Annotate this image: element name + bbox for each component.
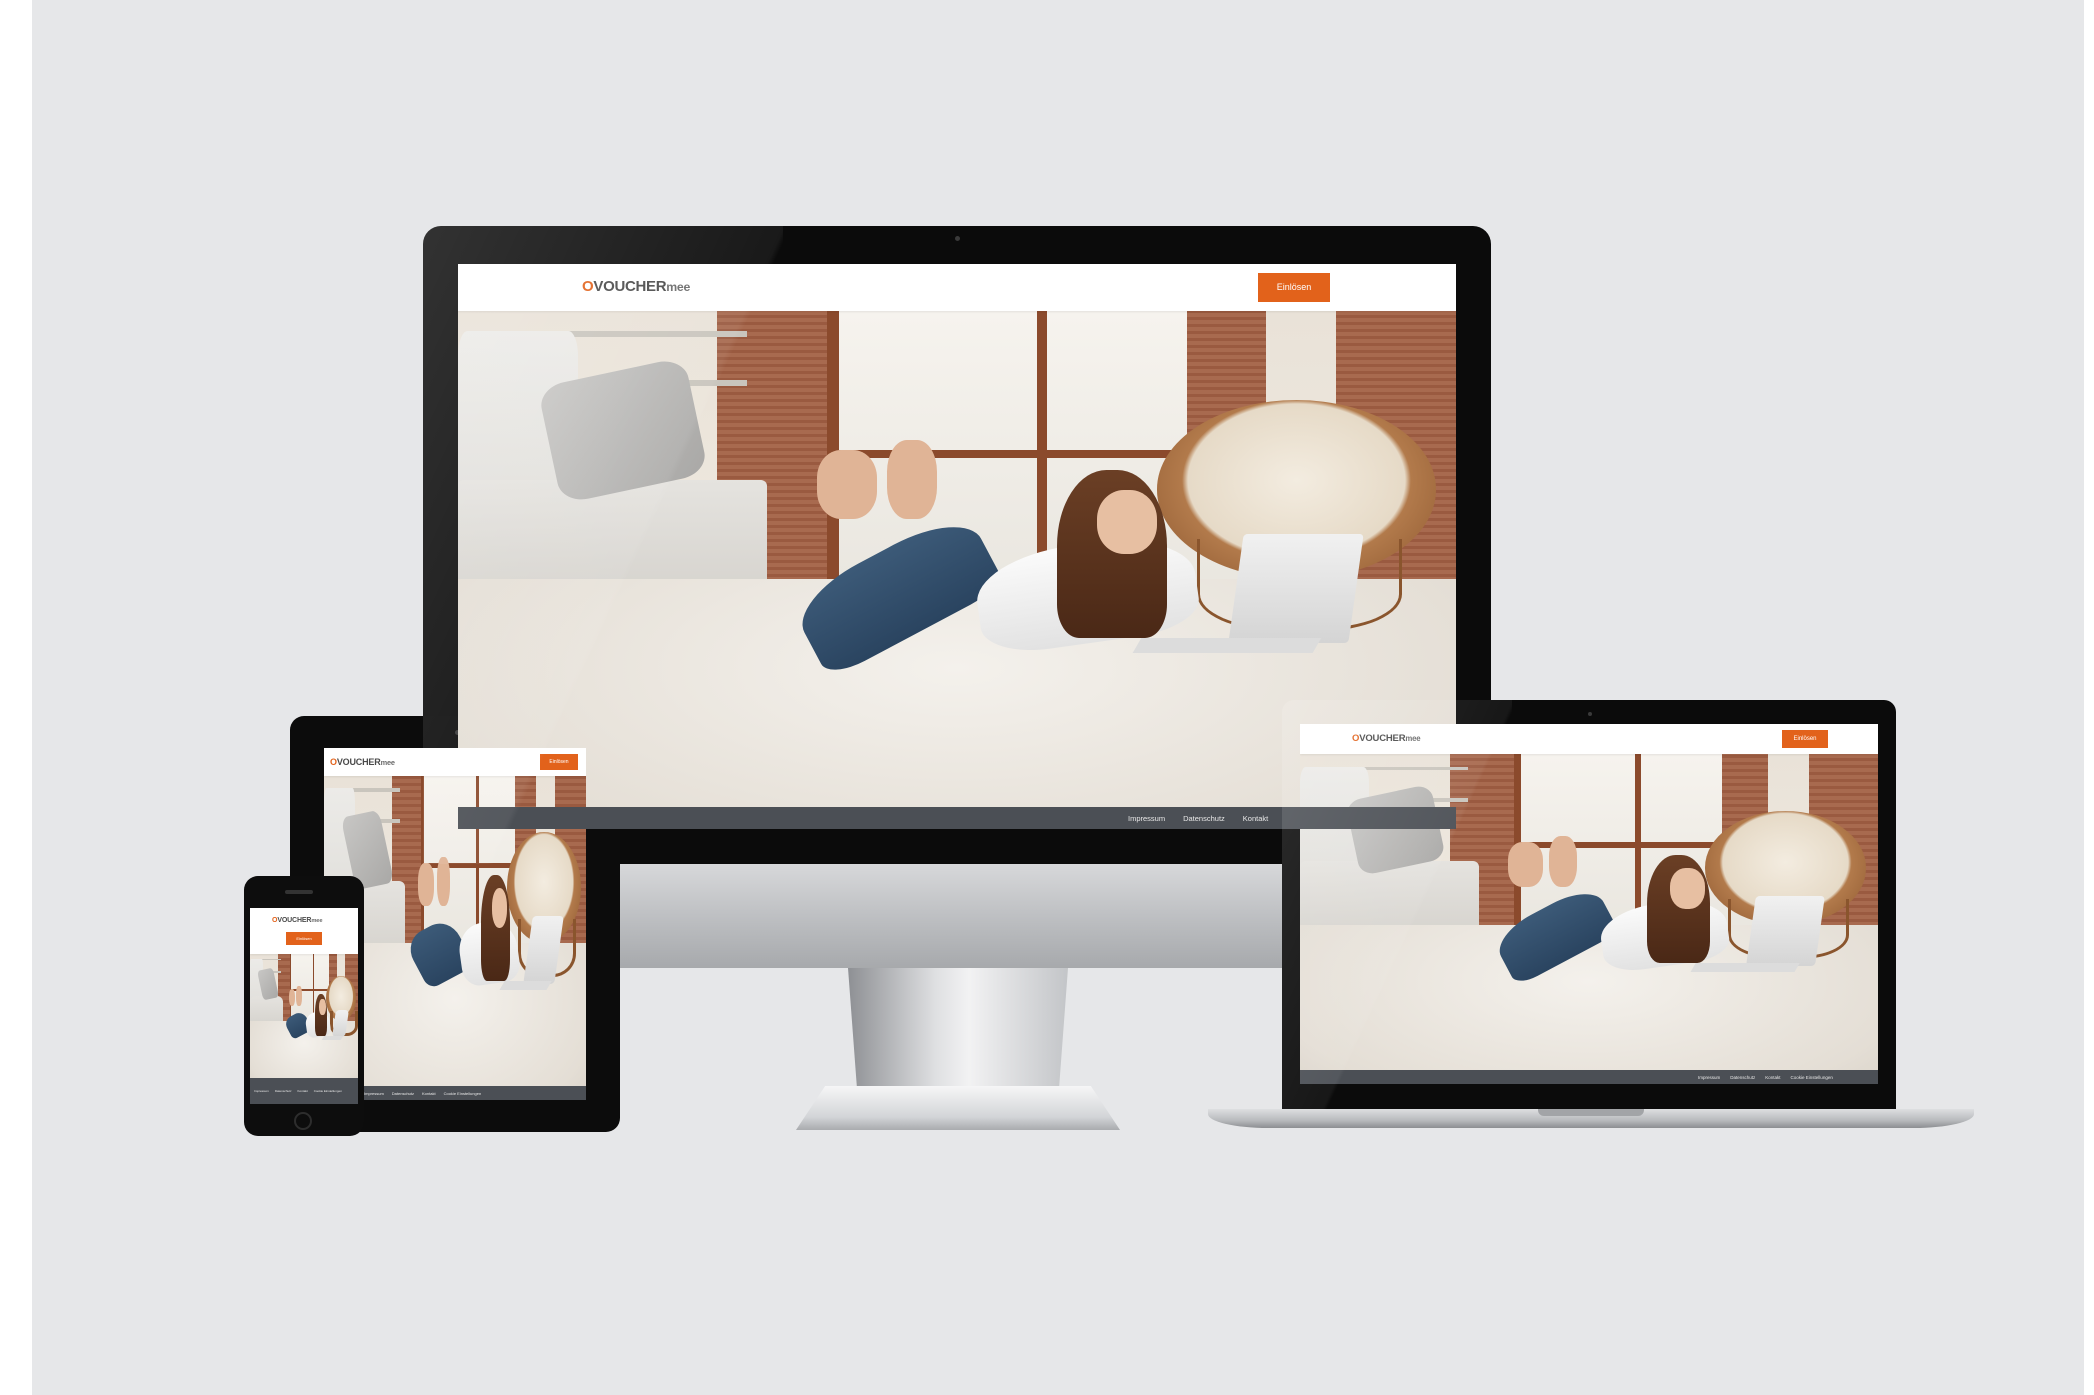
shelf — [347, 788, 400, 793]
site-footer: Impressum Datenschutz Kontakt Cookie Ein… — [1300, 1070, 1878, 1084]
person-face — [319, 998, 326, 1015]
site-logo[interactable]: OVOUCHERmee — [1352, 733, 1421, 744]
person-feet — [436, 856, 450, 907]
hero-photo — [250, 954, 358, 1078]
imac-stand-base — [796, 1086, 1120, 1130]
imac-stand-neck — [848, 968, 1068, 1086]
shelf — [1352, 766, 1468, 771]
laptop-keyboard — [322, 1035, 344, 1040]
person-feet — [1548, 836, 1578, 887]
laptop-icon — [1745, 896, 1826, 966]
person-feet — [1508, 842, 1543, 887]
laptop-keyboard — [499, 980, 552, 990]
footer-link-contact[interactable]: Kontakt — [422, 1091, 436, 1096]
shelf — [259, 958, 282, 961]
person-face — [491, 887, 508, 928]
hero-image — [250, 954, 358, 1078]
logo-main: VOUCHER — [336, 757, 381, 767]
site-footer: Impressum Datenschutz Kontakt — [458, 807, 1456, 829]
logo-suffix: mee — [1405, 734, 1421, 743]
person-feet — [418, 862, 435, 907]
footer-link-cookies[interactable]: Cookie Einstellungen — [444, 1091, 482, 1096]
person-feet — [817, 449, 878, 520]
laptop-icon — [1228, 534, 1364, 644]
footer-link-contact[interactable]: Kontakt — [1765, 1075, 1780, 1080]
redeem-button-label: Einlösen — [1276, 282, 1312, 292]
site-logo[interactable]: OVOUCHERmee — [272, 917, 323, 924]
phone-website: OVOUCHERmee Einlösen Impressum Datenschu… — [250, 908, 358, 1104]
site-logo[interactable]: OVOUCHERmee — [582, 278, 690, 295]
redeem-button-label: Einlösen — [549, 759, 569, 765]
person-feet — [288, 988, 296, 1007]
site-header: OVOUCHERmee Einlösen — [458, 264, 1456, 311]
redeem-button-label: Einlösen — [296, 936, 312, 941]
laptop-keyboard — [1690, 962, 1800, 973]
camera-icon — [1588, 712, 1592, 716]
footer-link-contact[interactable]: Kontakt — [298, 1089, 308, 1093]
hero-image — [1300, 754, 1878, 1070]
redeem-button[interactable]: Einlösen — [540, 754, 578, 770]
footer-links: Impressum Datenschutz Kontakt — [1128, 807, 1268, 829]
redeem-button[interactable]: Einlösen — [286, 932, 322, 945]
footer-link-cookies[interactable]: Cookie Einstellungen — [1791, 1075, 1833, 1080]
person-face — [1096, 489, 1157, 555]
footer-link-imprint[interactable]: Impressum — [1128, 814, 1165, 823]
person-feet — [887, 439, 938, 520]
site-header: OVOUCHERmee Einlösen — [324, 748, 586, 776]
person-feet — [296, 986, 302, 1007]
redeem-button[interactable]: Einlösen — [1258, 273, 1330, 302]
footer-link-privacy[interactable]: Datenschutz — [392, 1091, 414, 1096]
footer-link-privacy[interactable]: Datenschutz — [1183, 814, 1225, 823]
footer-link-contact[interactable]: Kontakt — [1243, 814, 1268, 823]
footer-links: Impressum Datenschutz Kontakt Cookie Ein… — [1698, 1070, 1833, 1084]
laptop-keyboard — [1132, 638, 1321, 654]
logo-o: O — [582, 278, 594, 295]
footer-link-privacy[interactable]: Datenschutz — [1730, 1075, 1755, 1080]
footer-link-imprint[interactable]: Impressum — [254, 1089, 269, 1093]
logo-suffix: mee — [666, 280, 691, 294]
footer-link-imprint[interactable]: Impressum — [1698, 1075, 1720, 1080]
logo-suffix: mee — [311, 918, 323, 924]
footer-links: Impressum Datenschutz Kontakt Cookie Ein… — [254, 1078, 354, 1104]
site-logo[interactable]: OVOUCHERmee — [330, 757, 395, 767]
logo-main: VOUCHER — [1359, 733, 1406, 744]
footer-link-cookies[interactable]: Cookie Einstellungen — [314, 1089, 342, 1093]
logo-main: VOUCHER — [277, 917, 312, 924]
shelf — [547, 330, 748, 337]
site-header: OVOUCHERmee Einlösen — [1300, 724, 1878, 754]
camera-icon — [955, 236, 960, 241]
footer-link-imprint[interactable]: Impressum — [364, 1091, 384, 1096]
logo-o: O — [330, 757, 337, 767]
phone-speaker — [285, 890, 313, 894]
person-face — [1669, 867, 1705, 909]
redeem-button[interactable]: Einlösen — [1782, 730, 1828, 748]
laptop-website: OVOUCHERmee Einlösen Impressum Datenschu… — [1300, 724, 1878, 1084]
site-footer: Impressum Datenschutz Kontakt Cookie Ein… — [250, 1078, 358, 1104]
laptop-notch — [1538, 1109, 1644, 1116]
site-header: OVOUCHERmee Einlösen — [250, 908, 358, 954]
logo-suffix: mee — [380, 758, 395, 767]
footer-link-privacy[interactable]: Datenschutz — [275, 1089, 292, 1093]
hero-photo — [1300, 754, 1878, 1070]
redeem-button-label: Einlösen — [1793, 736, 1817, 742]
footer-links: Impressum Datenschutz Kontakt Cookie Ein… — [364, 1086, 481, 1100]
logo-main: VOUCHER — [593, 278, 667, 295]
home-button-icon — [294, 1112, 312, 1130]
